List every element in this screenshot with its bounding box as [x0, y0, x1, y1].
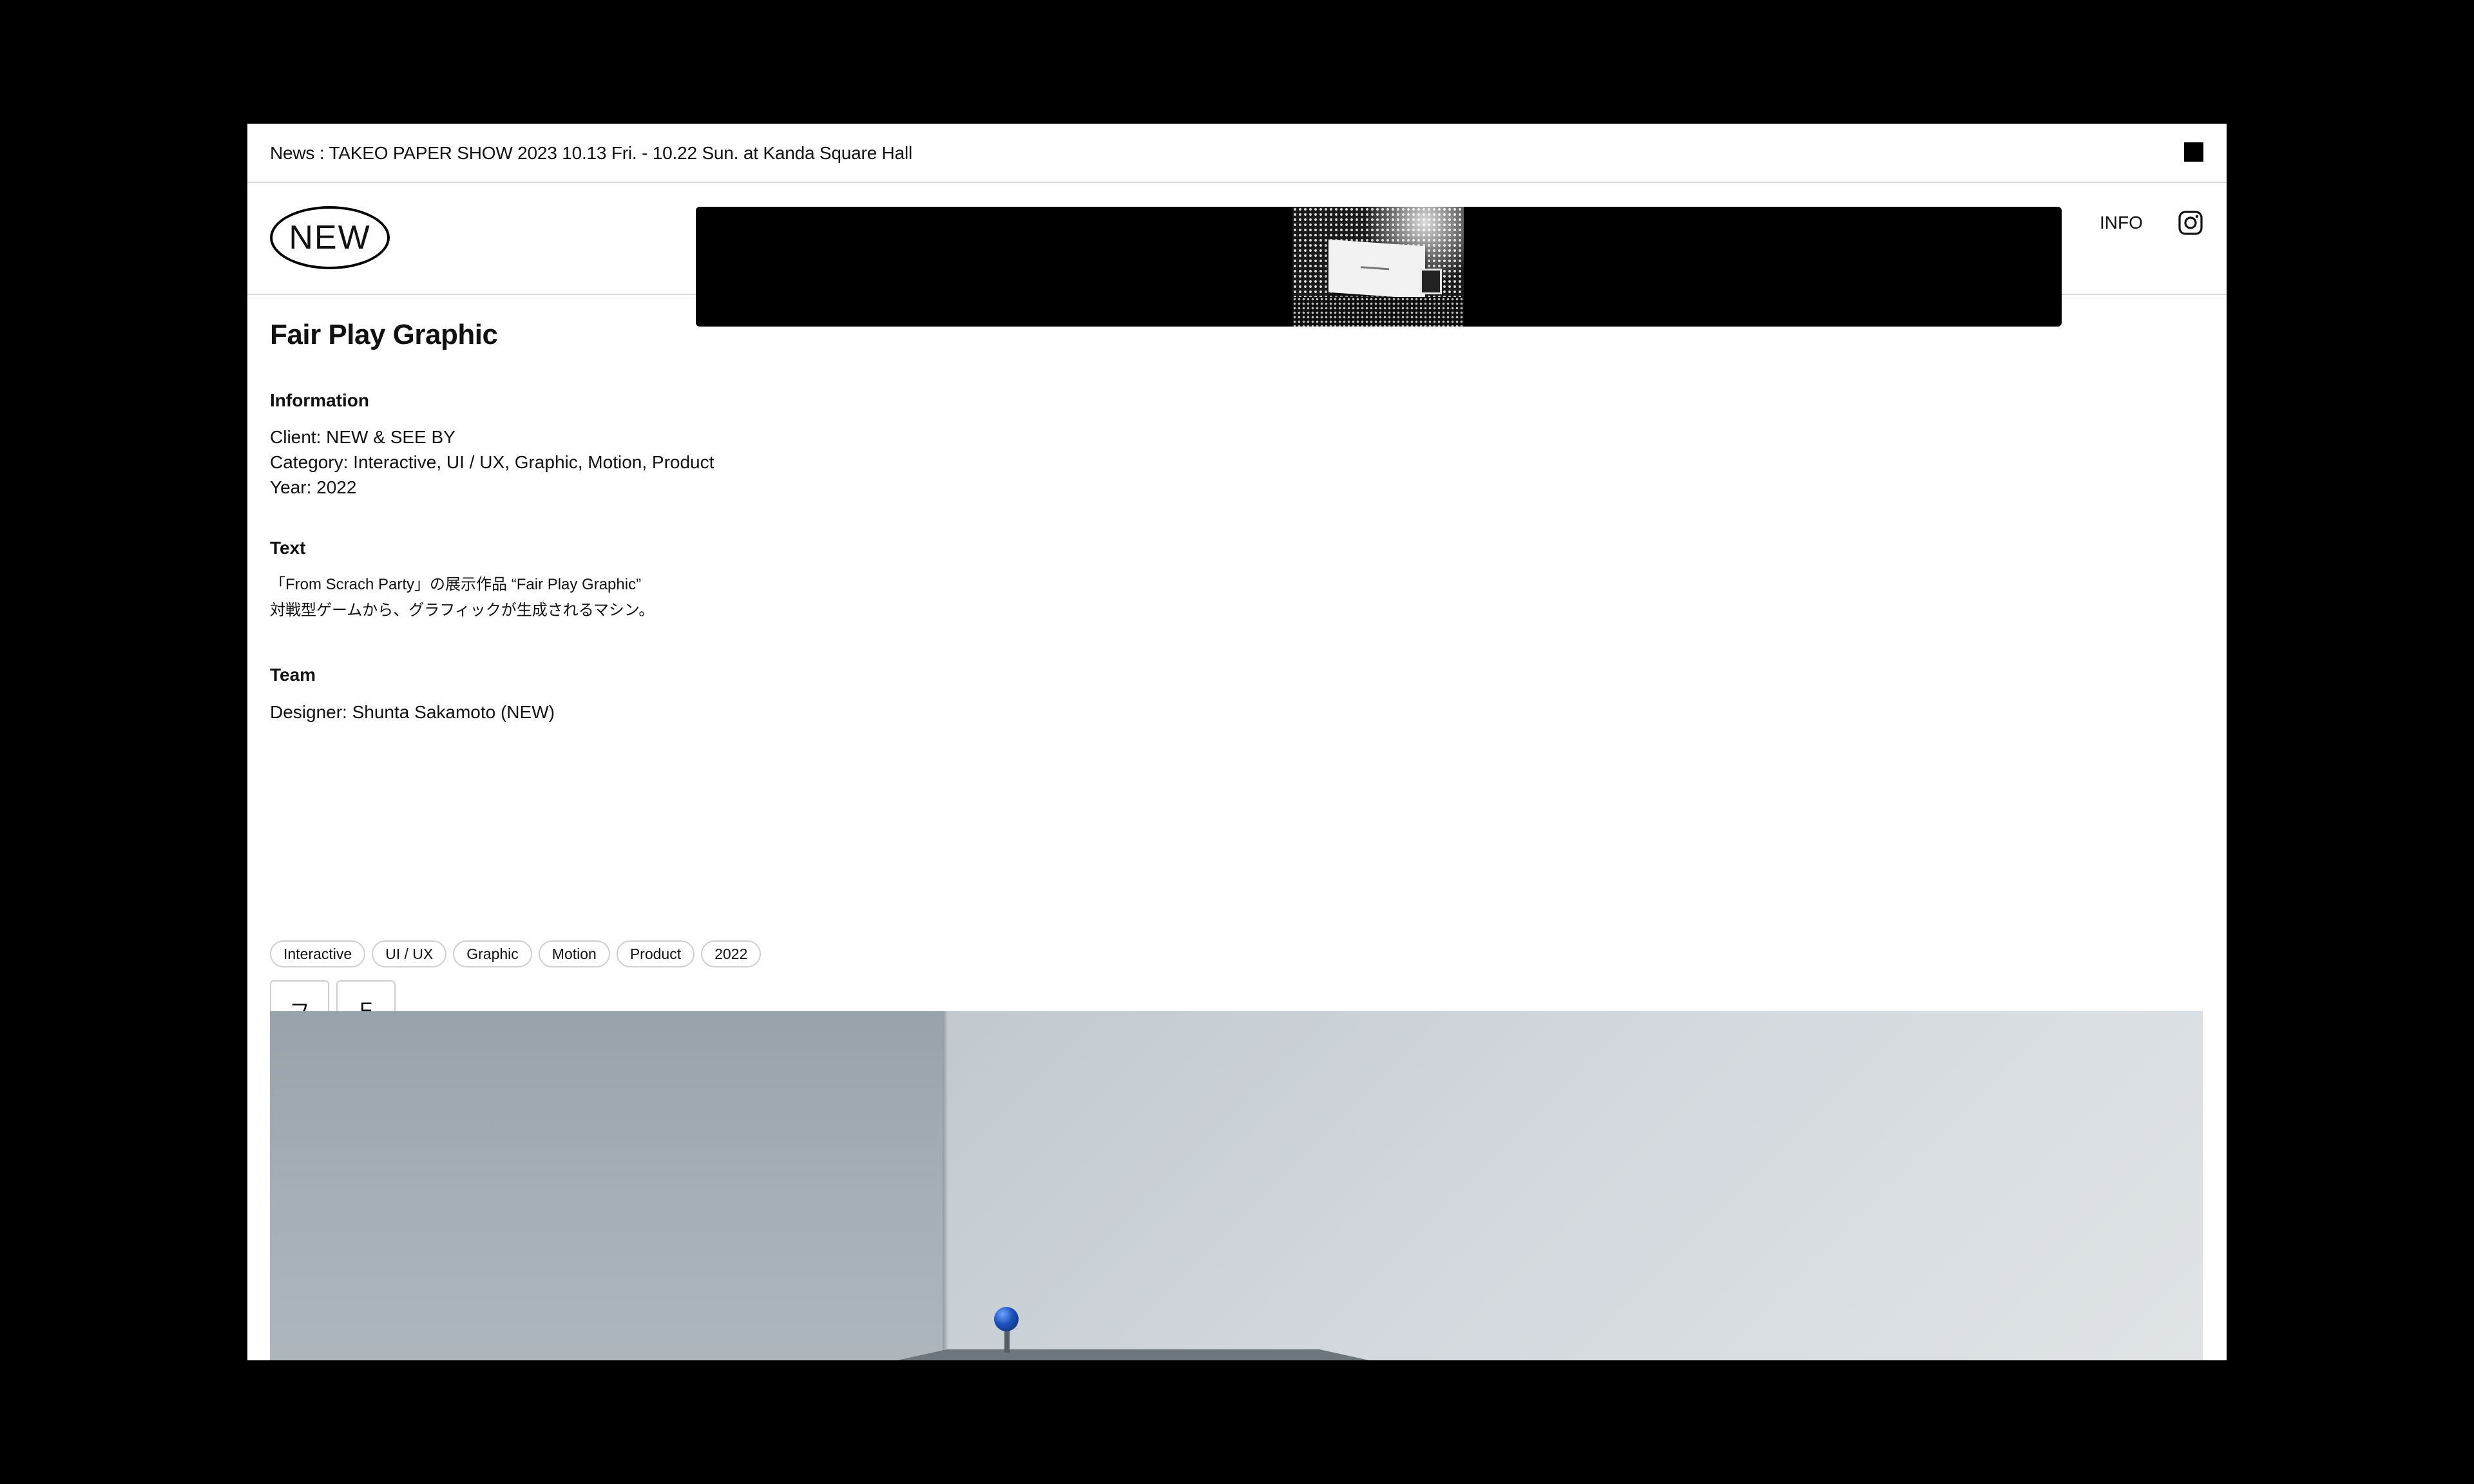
- browser-page: News : TAKEO PAPER SHOW 2023 10.13 Fri. …: [247, 124, 2227, 1360]
- news-bar: News : TAKEO PAPER SHOW 2023 10.13 Fri. …: [247, 124, 2227, 183]
- news-text[interactable]: News : TAKEO PAPER SHOW 2023 10.13 Fri. …: [270, 140, 912, 166]
- page-title: Fair Play Graphic: [270, 319, 498, 350]
- year-text: Year: 2022: [270, 477, 357, 497]
- site-logo[interactable]: NEW: [270, 206, 390, 269]
- client-text: Client: NEW & SEE BY: [270, 427, 455, 447]
- text-heading: Text: [270, 538, 306, 558]
- banner-image: [1292, 207, 1464, 327]
- tag-interactive[interactable]: Interactive: [270, 940, 366, 967]
- instagram-icon[interactable]: [2178, 210, 2203, 236]
- tag-graphic[interactable]: Graphic: [453, 940, 532, 967]
- team-heading: Team: [270, 665, 316, 685]
- info-link[interactable]: INFO: [2100, 210, 2143, 236]
- tag-list: Interactive UI / UX Graphic Motion Produ…: [270, 940, 762, 967]
- information-heading: Information: [270, 390, 369, 410]
- tag-year[interactable]: 2022: [701, 940, 762, 967]
- tag-ui-ux[interactable]: UI / UX: [372, 940, 447, 967]
- featured-banner[interactable]: [696, 207, 2062, 327]
- square-close-icon[interactable]: [2184, 142, 2203, 162]
- tag-product[interactable]: Product: [616, 940, 695, 967]
- joystick-image: [994, 1307, 1019, 1331]
- category-text: Category: Interactive, UI / UX, Graphic,…: [270, 452, 714, 472]
- tag-motion[interactable]: Motion: [538, 940, 610, 967]
- description-line-2: 対戦型ゲームから、グラフィックが生成されるマシン。: [270, 602, 655, 619]
- site-header: NEW INFO: [247, 183, 2227, 327]
- project-photo: [270, 1011, 2203, 1360]
- designer-text: Designer: Shunta Sakamoto (NEW): [270, 702, 555, 722]
- description-line-1: 「From Scrach Party」の展示作品 “Fair Play Grap…: [270, 576, 642, 593]
